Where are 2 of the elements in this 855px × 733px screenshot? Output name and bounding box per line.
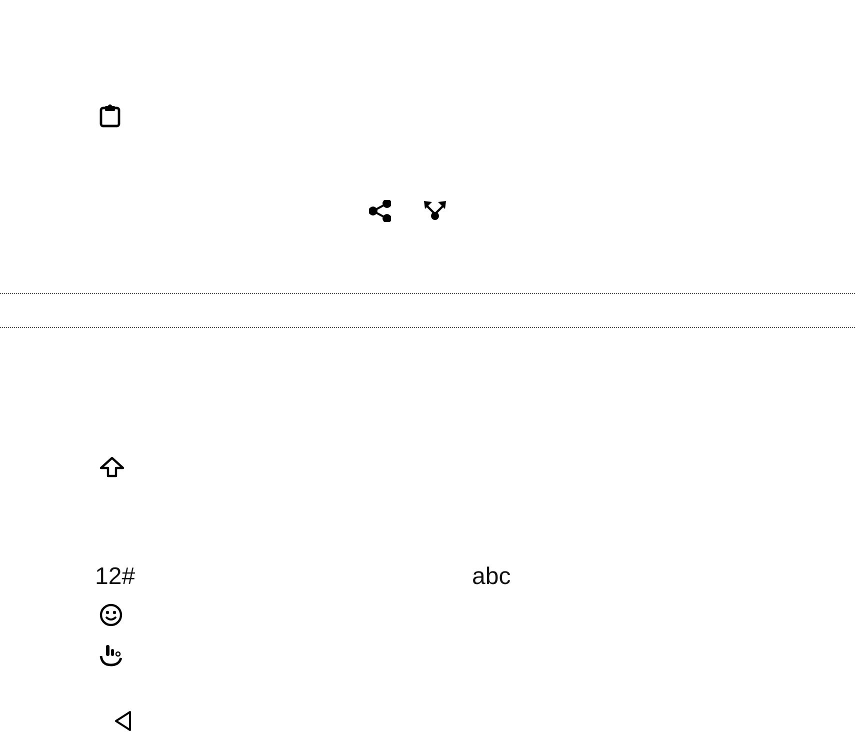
symbols-key[interactable]: 12#	[95, 562, 136, 592]
letters-key[interactable]: abc	[472, 562, 511, 592]
